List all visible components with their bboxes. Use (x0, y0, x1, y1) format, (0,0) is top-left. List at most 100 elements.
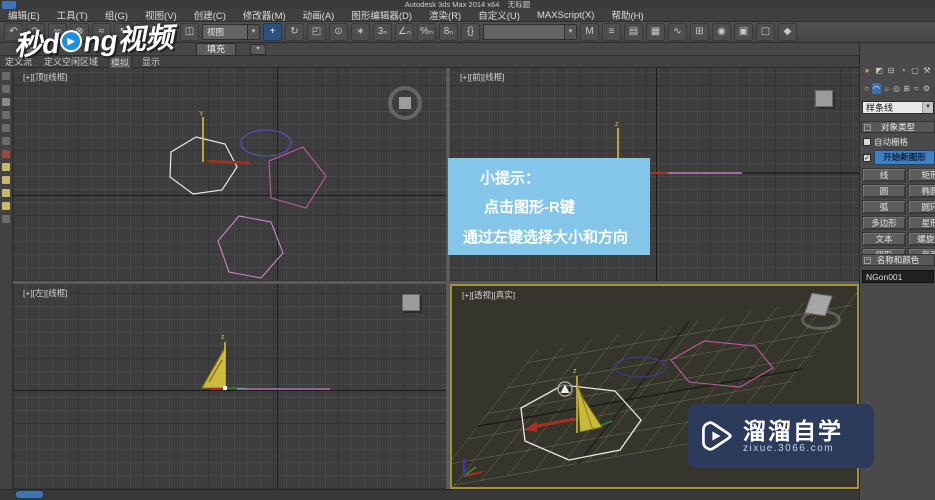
viewcube[interactable] (402, 294, 420, 311)
material-editor-icon[interactable]: ◉ (712, 23, 731, 41)
cameras-category-icon[interactable]: ◎ (892, 83, 901, 94)
menu-customize[interactable]: 自定义(U) (478, 8, 520, 22)
spacewarps-category-icon[interactable]: ≈ (912, 83, 921, 94)
rectangle-button[interactable]: 矩形 (908, 168, 935, 182)
angle-snap-icon[interactable]: ∠ₙ (395, 23, 414, 41)
donut-button[interactable]: 圆环 (908, 200, 935, 214)
render-setup-icon[interactable]: ▣ (734, 23, 753, 41)
viewport-top[interactable]: [+][顶][线框] Y (13, 68, 446, 281)
menu-modifiers[interactable]: 修改器(M) (243, 8, 286, 22)
hierarchy-tab-icon[interactable]: ⊟ (886, 65, 896, 76)
autogrid-checkbox[interactable] (863, 138, 871, 146)
helpers-category-icon[interactable]: ⊞ (902, 83, 911, 94)
create-tab-icon[interactable]: ● (862, 65, 872, 76)
modify-tab-icon[interactable]: ◩ (874, 65, 884, 76)
menu-help[interactable]: 帮助(H) (611, 8, 643, 22)
menu-maxscript[interactable]: MAXScript(X) (537, 10, 595, 21)
left-toolbar-icon[interactable] (2, 85, 10, 93)
shape-categories: ○ ◠ ☼ ◎ ⊞ ≈ ⚙ (862, 83, 931, 94)
display-tab-icon[interactable]: ▢ (910, 65, 920, 76)
left-toolbar-icon[interactable] (2, 124, 10, 132)
time-slider-chip[interactable] (16, 491, 43, 498)
left-toolbar-icon[interactable] (2, 189, 10, 197)
percent-snap-icon[interactable]: %ₙ (417, 23, 436, 41)
reference-coordinate-combo[interactable]: 视图 ▾ (202, 24, 260, 40)
left-toolbar-icon[interactable] (2, 137, 10, 145)
menu-animation[interactable]: 动画(A) (303, 8, 335, 22)
arc-button[interactable]: 弧 (862, 200, 906, 214)
menu-create[interactable]: 创建(C) (194, 8, 226, 22)
systems-category-icon[interactable]: ⚙ (922, 83, 931, 94)
start-new-shape-checkbox[interactable]: ✓ (863, 153, 871, 162)
start-new-shape-row: ✓ 开始新图形 (863, 150, 935, 165)
ngon-button[interactable]: 多边形 (862, 216, 906, 230)
select-and-manipulate-icon[interactable]: ∗ (351, 23, 370, 41)
edit-named-selections-icon[interactable]: {} (461, 23, 480, 41)
ellipse-button[interactable]: 椭圆 (908, 184, 935, 198)
select-and-scale-icon[interactable]: ◰ (307, 23, 326, 41)
mirror-icon[interactable]: M (580, 23, 599, 41)
select-and-rotate-icon[interactable]: ↻ (285, 23, 304, 41)
left-toolbar-icon[interactable] (2, 215, 10, 223)
left-toolbar-icon[interactable] (2, 98, 10, 106)
circle-button[interactable]: 圆 (862, 184, 906, 198)
line-button[interactable]: 线 (862, 168, 906, 182)
schematic-view-icon[interactable]: ⊞ (690, 23, 709, 41)
object-type-rollout[interactable]: − 对象类型 (861, 121, 935, 133)
tip-line-3: 通过左键选择大小和方向 (463, 228, 629, 246)
lights-category-icon[interactable]: ☼ (882, 83, 891, 94)
render-production-icon[interactable]: ◆ (778, 23, 797, 41)
align-icon[interactable]: ≡ (602, 23, 621, 41)
snap-toggle-3d-icon[interactable]: 3ₙ (373, 23, 392, 41)
viewport-left[interactable]: [+][左][线框] z (13, 284, 446, 489)
chevron-down-icon: ▾ (247, 25, 259, 39)
shape-type-dropdown[interactable]: 样条线 ▼ (862, 101, 934, 114)
start-new-shape-button[interactable]: 开始新图形 (874, 150, 935, 165)
text-button[interactable]: 文本 (862, 232, 906, 246)
viewport-perspective-label[interactable]: [+][透视][真实] (462, 289, 515, 301)
watermark-url: zixue.3066.com (743, 442, 835, 454)
graphite-ribbon-icon[interactable]: ▦ (646, 23, 665, 41)
named-selection-combo[interactable]: ▾ (483, 24, 577, 40)
viewport-top-label[interactable]: [+][顶][线框] (23, 71, 68, 83)
svg-text:z: z (615, 121, 619, 128)
layer-manager-icon[interactable]: ▤ (624, 23, 643, 41)
timeline-bar[interactable] (0, 489, 859, 500)
helix-button[interactable]: 螺旋线 (908, 232, 935, 246)
object-name-field[interactable]: NGon001 (862, 270, 934, 283)
chevron-down-icon: ▾ (564, 25, 576, 39)
menu-graph-editors[interactable]: 图形编辑器(D) (351, 8, 412, 22)
motion-tab-icon[interactable]: ◔ (898, 65, 908, 76)
left-toolbar-icon[interactable] (2, 202, 10, 210)
left-toolbar-icon[interactable] (2, 72, 10, 80)
select-and-move-icon[interactable]: + (263, 23, 282, 41)
use-pivot-center-icon[interactable]: ⊙ (329, 23, 348, 41)
viewcube[interactable] (815, 90, 833, 107)
3ds-max-window: Autodesk 3ds Max 2014 x64 无标题 编辑(E) 工具(T)… (0, 0, 935, 500)
viewport-left-label[interactable]: [+][左][线框] (23, 287, 68, 299)
svg-text:Y: Y (199, 111, 204, 118)
viewcube[interactable] (797, 292, 841, 330)
viewport-front-label[interactable]: [+][前][线框] (460, 71, 505, 83)
geometry-category-icon[interactable]: ○ (862, 83, 871, 94)
ribbon-minimize-toggle[interactable]: ▾ (250, 43, 267, 55)
star-button[interactable]: 星形 (908, 216, 935, 230)
spinner-snap-icon[interactable]: 8ₙ (439, 23, 458, 41)
left-toolbar-icon[interactable] (2, 111, 10, 119)
left-view-shapes: z (201, 334, 330, 390)
ribbon-tab-populate[interactable]: 填充 (196, 42, 237, 56)
rendered-frame-icon[interactable]: ▢ (756, 23, 775, 41)
name-color-rollout[interactable]: − 名称和颜色 (861, 254, 935, 266)
left-toolbar-strip[interactable] (0, 68, 13, 489)
shapes-category-icon[interactable]: ◠ (872, 83, 881, 94)
left-toolbar-icon[interactable] (2, 150, 10, 158)
menu-rendering[interactable]: 渲染(R) (429, 8, 461, 22)
menu-edit[interactable]: 编辑(E) (8, 8, 40, 22)
left-toolbar-icon[interactable] (2, 163, 10, 171)
curve-editor-icon[interactable]: ∿ (668, 23, 687, 41)
utilities-tab-icon[interactable]: ⚒ (922, 65, 932, 76)
viewcube[interactable] (388, 86, 422, 120)
left-toolbar-icon[interactable] (2, 176, 10, 184)
window-crossing-icon[interactable]: ◫ (180, 23, 199, 41)
play-logo-icon (702, 421, 732, 451)
